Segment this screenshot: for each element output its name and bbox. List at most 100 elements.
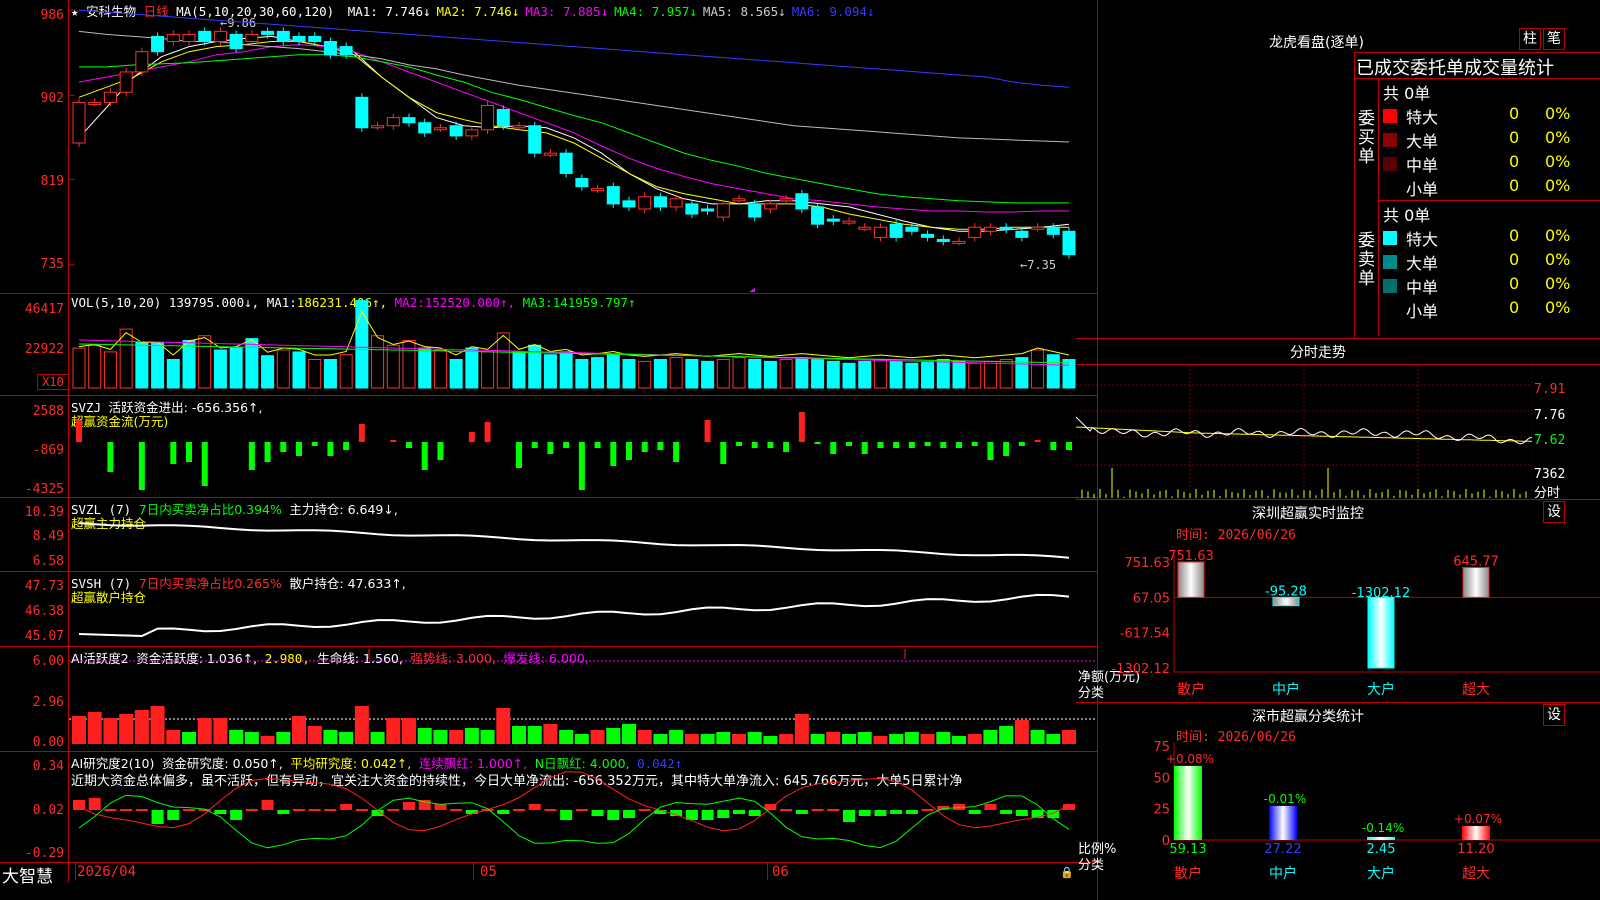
- ma-line-ma20: [78, 44, 1069, 213]
- cls-settings-button[interactable]: 设: [1543, 704, 1565, 726]
- sell-count-0: 0: [1509, 226, 1520, 245]
- sz-settings-button[interactable]: 设: [1543, 501, 1565, 523]
- svzl-chart[interactable]: [69, 498, 1097, 570]
- flow-bar: [610, 442, 617, 466]
- sell-side-label: 委卖单: [1358, 231, 1375, 289]
- sz-cat-1: 中户: [1272, 681, 1300, 698]
- svzj-pane[interactable]: SVZJ 活跃资金进出: -656.356↑, 超赢资金流(万元) 2588 -…: [0, 396, 1098, 498]
- flow-bar: [311, 442, 318, 446]
- activity-bar: [606, 728, 621, 744]
- activity-bar: [857, 732, 872, 744]
- research-bar: [984, 804, 997, 810]
- activity-bar: [889, 734, 904, 744]
- flow-bar: [1066, 442, 1072, 450]
- research-bar: [575, 809, 588, 811]
- volume-pane[interactable]: VOL(5,10,20) 139795.000↓, MA1:186231.406…: [0, 294, 1098, 396]
- candle: [1031, 226, 1045, 230]
- sell-swatch-1: [1383, 255, 1397, 269]
- activity-bar: [952, 736, 966, 744]
- research-bar: [277, 810, 290, 814]
- candle: [591, 188, 605, 192]
- flow-bar: [751, 442, 758, 448]
- research-bar: [167, 810, 180, 820]
- pen-mode-button[interactable]: 笔: [1543, 28, 1565, 50]
- flow-bar: [893, 442, 900, 448]
- activity-bar: [810, 734, 825, 744]
- intraday-title: 分时走势: [1290, 345, 1346, 361]
- research-bar: [560, 810, 573, 820]
- sell-label-2: 中单: [1406, 278, 1439, 297]
- activity-bar: [307, 726, 322, 744]
- activity-bar: [464, 728, 479, 744]
- research-bar: [1015, 810, 1028, 816]
- buy-side-label: 委买单: [1358, 109, 1375, 167]
- candle: [748, 203, 762, 218]
- volume-bar: [905, 362, 919, 389]
- activity-bar: [653, 734, 668, 744]
- ai-active-pane[interactable]: AI活跃度2 资金活跃度: 1.036↑, 2.980, 生命线: 1.560,…: [0, 647, 1098, 752]
- svsh-chart[interactable]: [69, 572, 1097, 645]
- volume-bar: [135, 341, 149, 389]
- activity-bar: [496, 708, 511, 744]
- activity-bar: [87, 712, 102, 744]
- activity-bar: [402, 718, 416, 744]
- research-bar: [340, 804, 353, 810]
- kline-chart[interactable]: [69, 0, 1097, 292]
- bar-mode-button[interactable]: 柱: [1519, 28, 1541, 50]
- volume-bar: [543, 354, 557, 389]
- volume-bar: [166, 359, 180, 389]
- ai-research-chart[interactable]: [69, 752, 1097, 861]
- volume-bar: [795, 357, 809, 389]
- order-stats-header: 已成交委托单成交量统计: [1356, 58, 1554, 79]
- sell-pct-0: 0%: [1545, 226, 1571, 245]
- svsh-pane[interactable]: SVSH (7) 7日内买卖净占比0.265% 散户持仓: 47.633↑, 超…: [0, 572, 1098, 647]
- sz-ytick-3: -1302.12: [1112, 662, 1170, 677]
- flow-bar: [1018, 442, 1025, 446]
- flow-bar: [138, 442, 145, 490]
- activity-bar: [339, 732, 354, 744]
- volume-bar: [968, 362, 982, 389]
- candle: [1062, 230, 1076, 256]
- flow-bar: [861, 442, 868, 454]
- activity-bar: [794, 714, 809, 744]
- ai-active-chart[interactable]: [69, 647, 1097, 750]
- volume-bar: [575, 359, 589, 389]
- flow-bar: [908, 442, 915, 448]
- volume-chart[interactable]: [69, 294, 1097, 394]
- research-bar: [623, 810, 635, 818]
- cls-cat-1: 中户: [1269, 865, 1297, 882]
- research-bar: [497, 810, 510, 814]
- activity-bar: [637, 730, 652, 744]
- activity-bar: [386, 718, 401, 744]
- sz-cat-2: 大户: [1367, 681, 1395, 698]
- candle: [999, 226, 1013, 230]
- svzj-chart[interactable]: [69, 396, 1097, 496]
- volume-bar: [1046, 354, 1060, 389]
- intraday-chart[interactable]: [1076, 365, 1532, 499]
- cls-stats-chart[interactable]: 7550250+0.08%59.13散户-0.01%27.22中户-0.14%2…: [1076, 740, 1600, 900]
- cls-ytick-2: 25: [1153, 803, 1170, 818]
- kline-pane[interactable]: ★ 安科生物 日线 MA(5,10,20,30,60,120) MA1: 7.7…: [0, 0, 1098, 294]
- lock-icon[interactable]: 🔒: [1060, 866, 1074, 879]
- kline-ylabel-bottom: 735: [40, 257, 64, 272]
- candle: [905, 226, 919, 232]
- volume-bar: [465, 347, 479, 389]
- activity-bar: [543, 724, 558, 744]
- candle: [371, 125, 385, 129]
- ai-active-ylabel-bottom: 0.00: [32, 735, 64, 750]
- candle: [103, 91, 117, 103]
- flow-bar: [641, 442, 648, 452]
- sz-monitor-chart[interactable]: 751.63 67.05 -617.54 -1302.12 751.63 散户 -95.28…: [1076, 540, 1600, 702]
- svzl-pane[interactable]: SVZL (7) 7日内买卖净占比0.394% 主力持仓: 6.649↓, 超赢…: [0, 498, 1098, 572]
- footer-tick-1: [473, 862, 474, 880]
- ai-research-ylabel-bottom: -0.29: [24, 846, 64, 861]
- flow-bar: [547, 442, 554, 454]
- activity-bar: [669, 730, 684, 744]
- candle: [88, 101, 102, 105]
- footer-bar: 大智慧 2026/04 05 06 🔒: [0, 862, 1098, 900]
- candle: [685, 203, 699, 215]
- activity-bar: [134, 710, 149, 744]
- ai-research-ylabel-top: 0.34: [32, 759, 64, 774]
- sell-pct-2: 0%: [1545, 274, 1571, 293]
- ai-research-pane[interactable]: AI研究度2(10) 资金研究度: 0.050↑, 平均研究度: 0.042↑,…: [0, 752, 1098, 863]
